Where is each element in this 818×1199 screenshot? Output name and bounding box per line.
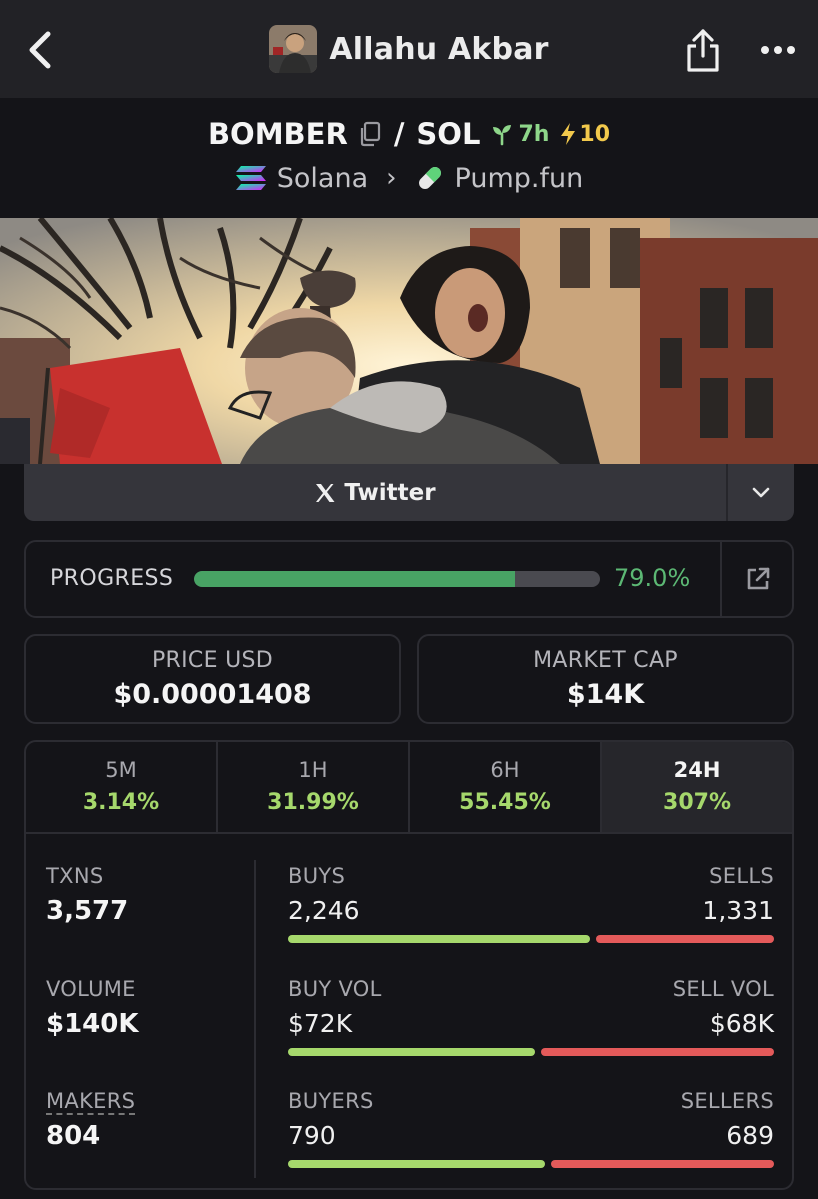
copy-address-button[interactable] xyxy=(358,121,382,147)
buyers-label: BUYERS xyxy=(288,1089,374,1113)
dex-name: Pump.fun xyxy=(454,162,584,194)
market-cap-card: MARKET CAP $14K xyxy=(417,634,794,724)
txns-label: TXNS xyxy=(46,864,104,888)
sells-bar xyxy=(596,935,774,943)
open-external-button[interactable] xyxy=(720,542,794,616)
tab-label: 5M xyxy=(105,758,137,782)
chain-name: Solana xyxy=(276,162,369,194)
tab-6h[interactable]: 6H 55.45% xyxy=(410,742,602,832)
buyers-sellers-split: BUYERS SELLERS 790 689 xyxy=(288,1089,774,1168)
tab-24h[interactable]: 24H 307% xyxy=(602,742,792,832)
sellers-bar xyxy=(551,1160,774,1168)
progress-value: 79.0% xyxy=(614,564,691,592)
banner-photo xyxy=(0,218,818,464)
txns-metric: TXNS 3,577 xyxy=(46,864,128,926)
more-horizontal-icon xyxy=(761,46,795,54)
twitter-label: Twitter xyxy=(344,479,436,506)
timeframe-tabs: 5M 3.14% 1H 31.99% 6H 55.45% 24H 307% xyxy=(26,742,792,834)
sell-vol-bar xyxy=(541,1048,774,1056)
chevron-down-icon xyxy=(752,487,770,497)
external-link-icon xyxy=(747,567,770,590)
tab-change: 55.45% xyxy=(459,790,551,815)
makers-value: 804 xyxy=(46,1121,101,1151)
buyers-bar xyxy=(288,1160,545,1168)
avatar-image xyxy=(269,25,318,73)
twitter-button[interactable]: Twitter xyxy=(24,464,728,521)
top-bar: Allahu Akbar xyxy=(0,0,818,98)
dex-link[interactable]: Pump.fun xyxy=(415,162,584,194)
tab-label: 24H xyxy=(673,758,721,782)
volume-value: $140K xyxy=(46,1009,139,1039)
share-button[interactable] xyxy=(684,26,722,74)
pair-header: BOMBER / SOL 7h 10 Solana › Pump.fun xyxy=(0,98,818,218)
volume-label: VOLUME xyxy=(46,977,136,1001)
share-icon xyxy=(687,29,719,72)
pair-age: 7h xyxy=(490,122,549,147)
more-button[interactable] xyxy=(758,38,798,62)
quote-token-symbol: SOL xyxy=(416,117,481,151)
price-usd-value: $0.00001408 xyxy=(113,679,312,710)
volume-metric: VOLUME $140K xyxy=(46,977,139,1039)
solana-icon xyxy=(235,166,266,190)
buy-sell-volume-split: BUY VOL SELL VOL $72K $68K xyxy=(288,977,774,1056)
market-cap-value: $14K xyxy=(566,679,645,710)
lightning-icon xyxy=(561,123,576,145)
pair-age-value: 7h xyxy=(518,121,550,147)
sellers-label: SELLERS xyxy=(680,1089,774,1113)
makers-label[interactable]: MAKERS xyxy=(46,1089,135,1113)
chain-breadcrumb: Solana › Pump.fun xyxy=(0,158,818,198)
breadcrumb-chevron-icon: › xyxy=(386,163,397,193)
sprout-icon xyxy=(493,125,512,146)
sells-label: SELLS xyxy=(709,864,774,888)
socials-bar: Twitter xyxy=(24,464,794,521)
tab-1h[interactable]: 1H 31.99% xyxy=(218,742,410,832)
makers-metric: MAKERS 804 xyxy=(46,1089,135,1151)
buys-sells-bar xyxy=(288,935,774,943)
tab-change: 307% xyxy=(663,790,731,815)
pair-row: BOMBER / SOL 7h 10 xyxy=(0,114,818,154)
buy-vol-label: BUY VOL xyxy=(288,977,382,1001)
chain-link[interactable]: Solana xyxy=(235,163,368,194)
progress-bar-fill xyxy=(194,571,515,587)
tab-change: 3.14% xyxy=(82,790,160,815)
bonding-progress-card: PROGRESS 79.0% xyxy=(24,540,794,618)
buy-sell-volume-bar xyxy=(288,1048,774,1056)
sellers-value: 689 xyxy=(726,1121,774,1150)
tab-change: 31.99% xyxy=(267,790,359,815)
buys-bar xyxy=(288,935,590,943)
sell-vol-label: SELL VOL xyxy=(672,977,774,1001)
stats-divider xyxy=(254,860,256,1178)
buyers-value: 790 xyxy=(288,1121,336,1150)
market-cap-label: MARKET CAP xyxy=(533,648,678,673)
boost-value: 10 xyxy=(579,121,611,147)
buyers-sellers-bar xyxy=(288,1160,774,1168)
buy-vol-value: $72K xyxy=(288,1009,353,1038)
socials-dropdown-button[interactable] xyxy=(728,464,794,521)
price-usd-card: PRICE USD $0.00001408 xyxy=(24,634,401,724)
x-logo-icon xyxy=(316,483,335,502)
progress-bar xyxy=(194,571,600,587)
base-token-symbol: BOMBER xyxy=(207,117,348,151)
txns-value: 3,577 xyxy=(46,896,129,926)
tab-5m[interactable]: 5M 3.14% xyxy=(26,742,218,832)
pair-separator: / xyxy=(393,117,405,151)
buys-label: BUYS xyxy=(288,864,346,888)
tab-label: 6H xyxy=(490,758,520,782)
page-title: Allahu Akbar xyxy=(329,31,549,67)
buys-value: 2,246 xyxy=(288,896,360,925)
progress-label: PROGRESS xyxy=(50,566,174,591)
price-usd-label: PRICE USD xyxy=(151,648,273,673)
buy-vol-bar xyxy=(288,1048,535,1056)
tab-label: 1H xyxy=(298,758,328,782)
pill-icon xyxy=(418,167,441,189)
stats-panel: 5M 3.14% 1H 31.99% 6H 55.45% 24H 307% TX… xyxy=(24,740,794,1190)
sell-vol-value: $68K xyxy=(709,1009,774,1038)
sells-value: 1,331 xyxy=(702,896,774,925)
buys-sells-split: BUYS SELLS 2,246 1,331 xyxy=(288,864,774,943)
boost-count[interactable]: 10 xyxy=(559,122,610,147)
token-avatar[interactable] xyxy=(269,25,318,73)
copy-icon xyxy=(360,121,380,147)
token-banner-image xyxy=(0,218,818,464)
